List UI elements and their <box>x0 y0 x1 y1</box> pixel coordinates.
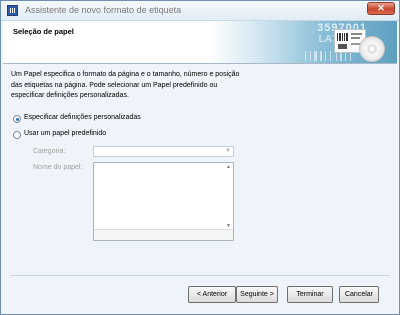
wizard-window: Assistente de novo formato de etiqueta ✕… <box>0 0 400 315</box>
banner-barcode-bar <box>330 51 331 61</box>
close-icon: ✕ <box>377 3 385 13</box>
chevron-down-icon: ▼ <box>225 148 231 154</box>
paper-name-label: Nome do papel: <box>33 164 83 171</box>
vertical-scrollbar[interactable]: ▲ ▼ <box>225 163 233 230</box>
custom-settings-label[interactable]: Especificar definições personalizadas <box>24 114 141 121</box>
window-title: Assistente de novo formato de etiqueta <box>25 5 182 15</box>
next-button[interactable]: Seguinte > <box>236 286 278 303</box>
barcode-app-icon <box>7 5 18 16</box>
banner-barcode-bar <box>320 51 322 61</box>
category-label: Categoria: <box>33 148 66 155</box>
predefined-paper-radio[interactable] <box>13 131 21 139</box>
close-button[interactable]: ✕ <box>367 2 395 15</box>
cd-disc-icon <box>359 36 385 62</box>
custom-settings-radio[interactable] <box>13 115 21 123</box>
finish-button[interactable]: Terminar <box>287 286 333 303</box>
category-dropdown[interactable]: ▼ <box>93 146 234 157</box>
intro-text: Um Papel especifica o formato da página … <box>11 71 240 99</box>
radio-selected-dot <box>15 117 19 121</box>
scroll-up-icon[interactable]: ▲ <box>226 164 231 170</box>
banner-barcode-bar <box>310 51 311 61</box>
predefined-paper-label[interactable]: Usar um papel predefinido <box>24 130 106 137</box>
banner-barcode-bar <box>305 51 306 61</box>
page-title: Seleção de papel <box>13 27 74 36</box>
title-bar[interactable]: Assistente de novo formato de etiqueta ✕ <box>1 1 399 21</box>
footer-divider <box>10 275 390 276</box>
back-button[interactable]: < Anterior <box>188 286 236 303</box>
wizard-header: Seleção de papel 3597001 LA7-118 <box>3 21 397 64</box>
horizontal-scrollbar[interactable] <box>94 229 233 240</box>
banner-barcode-bar <box>314 51 317 61</box>
cancel-button[interactable]: Cancelar <box>339 286 379 303</box>
paper-name-list[interactable]: ▲ ▼ <box>93 162 234 241</box>
banner-barcode-bar <box>325 51 326 61</box>
